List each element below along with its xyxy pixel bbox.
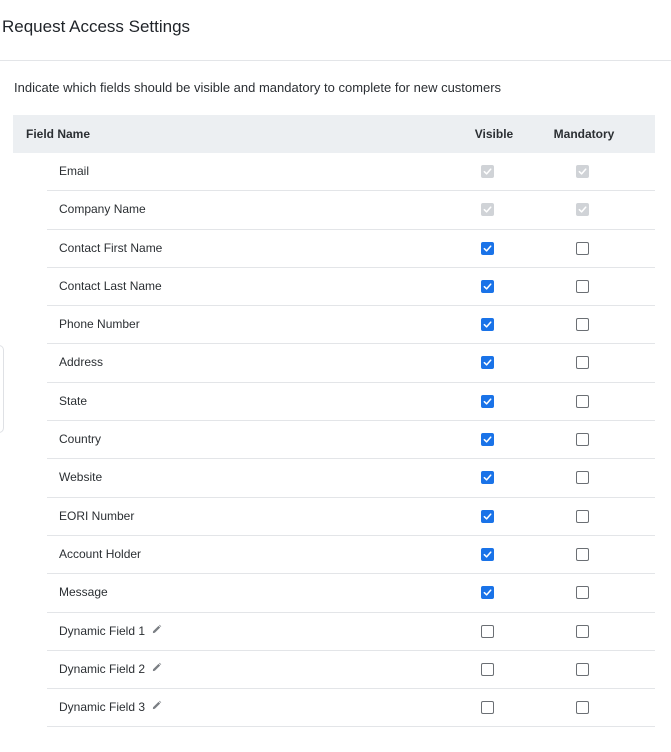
page-title: Request Access Settings [2, 17, 191, 36]
field-label: Phone Number [59, 317, 140, 332]
field-label: Company Name [59, 202, 146, 217]
visible-checkbox[interactable] [481, 471, 494, 485]
visible-checkbox[interactable] [481, 509, 494, 523]
table-row: Address [47, 344, 655, 383]
header-visible: Visible [474, 127, 514, 141]
field-label-cell: Message [59, 574, 108, 611]
table-row: EORI Number [47, 498, 655, 536]
mandatory-checkbox[interactable] [576, 624, 589, 638]
table-row: Account Holder [47, 536, 655, 575]
table-row: Contact Last Name [47, 268, 655, 307]
pencil-icon[interactable] [151, 662, 162, 673]
mandatory-checkbox[interactable] [576, 394, 589, 408]
visible-checkbox [481, 203, 494, 217]
field-label-cell: Dynamic Field 2 [59, 651, 162, 688]
mandatory-checkbox[interactable] [576, 356, 589, 370]
visible-checkbox[interactable] [481, 433, 494, 447]
field-label: Message [59, 585, 108, 600]
mandatory-checkbox[interactable] [576, 471, 589, 485]
mandatory-checkbox[interactable] [576, 662, 589, 676]
table-row: Dynamic Field 1 [47, 613, 655, 651]
field-label: Address [59, 355, 104, 370]
table-row: Company Name [47, 191, 655, 230]
table-row: Dynamic Field 2 [47, 651, 655, 690]
field-label: EORI Number [59, 508, 135, 523]
table-row: Dynamic Field 3 [47, 689, 655, 728]
field-label: Website [59, 470, 103, 485]
field-label: Contact First Name [59, 240, 163, 255]
visible-checkbox[interactable] [481, 624, 494, 638]
table-row: Email [47, 153, 655, 192]
fields-table: Field Name Visible Mandatory Email Compan… [13, 115, 655, 728]
mandatory-checkbox[interactable] [576, 509, 589, 523]
field-label: Country [59, 432, 102, 447]
table-row: Phone Number [47, 306, 655, 345]
mandatory-checkbox[interactable] [576, 433, 589, 447]
header-mandatory: Mandatory [553, 127, 615, 141]
field-label-cell: Country [59, 421, 101, 458]
field-label-cell: Account Holder [59, 536, 141, 573]
mandatory-checkbox [576, 165, 589, 178]
settings-description: Indicate which fields should be visible … [14, 80, 502, 95]
visible-checkbox[interactable] [481, 318, 494, 332]
field-label-cell: Dynamic Field 1 [59, 613, 162, 650]
field-label: Account Holder [59, 546, 142, 561]
pencil-icon[interactable] [151, 624, 162, 635]
field-label: Dynamic Field 3 [59, 700, 146, 715]
field-label-cell: State [59, 383, 87, 420]
field-label-cell: Phone Number [59, 306, 140, 343]
visible-checkbox[interactable] [481, 662, 494, 676]
field-label-cell: Dynamic Field 3 [59, 689, 162, 726]
table-row: Contact First Name [47, 230, 655, 268]
mandatory-checkbox[interactable] [576, 586, 589, 600]
field-label-cell: Email [59, 153, 89, 190]
field-label-cell: Contact First Name [59, 230, 162, 267]
field-label: Dynamic Field 1 [59, 623, 146, 638]
mandatory-checkbox[interactable] [576, 279, 589, 293]
field-label-cell: Contact Last Name [59, 268, 162, 305]
table-body: Email Company Name Contact First Name Conta… [13, 153, 655, 728]
header-field-name: Field Name [26, 127, 91, 141]
table-row: Message [47, 574, 655, 613]
mandatory-checkbox [576, 203, 589, 217]
visible-checkbox[interactable] [481, 701, 494, 715]
visible-checkbox[interactable] [481, 394, 494, 408]
mandatory-checkbox[interactable] [576, 318, 589, 332]
visible-checkbox[interactable] [481, 279, 494, 293]
field-label-cell: Address [59, 344, 103, 381]
field-label-cell: EORI Number [59, 498, 134, 535]
visible-checkbox[interactable] [481, 547, 494, 561]
mandatory-checkbox[interactable] [576, 241, 589, 255]
mandatory-checkbox[interactable] [576, 547, 589, 561]
field-label: Contact Last Name [59, 278, 162, 293]
side-panel-edge [0, 345, 4, 433]
field-label-cell: Company Name [59, 191, 146, 228]
table-row: Country [47, 421, 655, 460]
table-header: Field Name Visible Mandatory [13, 115, 655, 153]
table-row: State [47, 383, 655, 422]
field-label-cell: Website [59, 459, 102, 496]
field-label: Dynamic Field 2 [59, 661, 146, 676]
visible-checkbox[interactable] [481, 241, 494, 255]
field-label: State [59, 393, 88, 408]
visible-checkbox[interactable] [481, 586, 494, 600]
pencil-icon[interactable] [151, 700, 162, 711]
title-divider [0, 60, 671, 61]
visible-checkbox [481, 165, 494, 178]
field-label: Email [59, 164, 90, 178]
table-row: Website [47, 459, 655, 498]
visible-checkbox[interactable] [481, 356, 494, 370]
mandatory-checkbox[interactable] [576, 701, 589, 715]
